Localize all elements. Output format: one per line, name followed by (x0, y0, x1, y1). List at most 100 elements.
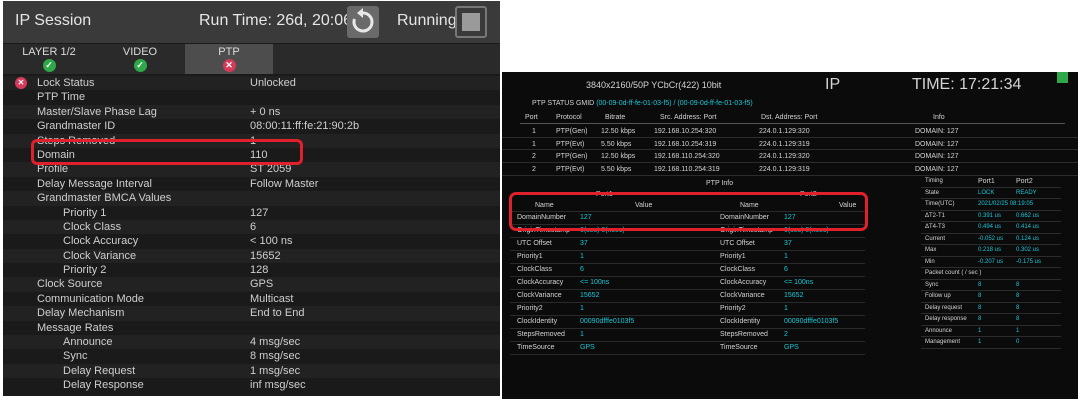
status-row: Delay Response inf msg/sec (3, 378, 500, 393)
packet-port2: 1 (1016, 327, 1020, 334)
status-row: Delay Message Interval Follow Master (3, 176, 500, 192)
col-bitrate: Bitrate (605, 114, 626, 121)
stream-cell: 192.168.110.254:319 (654, 166, 720, 174)
status-key: Delay Response (63, 379, 144, 392)
packet-port1: 8 (978, 316, 982, 322)
status-key: Clock Variance (63, 249, 137, 262)
packet-label: Management (925, 339, 961, 345)
port2-value: 6 (784, 266, 788, 273)
port-row: ClockClass 6 ClockClass 6 (510, 264, 865, 277)
status-row: Clock Accuracy < 100 ns (3, 234, 500, 249)
port2-value: 00090dfffe0103f5 (784, 318, 839, 325)
timing-port2: 0.414 us (1016, 224, 1040, 230)
stop-button[interactable] (455, 6, 487, 38)
port1-value: 1 (580, 253, 584, 260)
port2-value: 1 (784, 253, 788, 260)
port2-value: GPS (784, 344, 799, 351)
tab-video[interactable]: VIDEO ✓ (95, 44, 185, 74)
ptp-status-label: PTP STATUS GMID (532, 100, 595, 107)
stream-cell: 1 (532, 140, 536, 148)
col-info: Info (933, 114, 945, 121)
timing-row: ΔT2-T1 0.391 us 0.662 us (921, 211, 1061, 222)
tab-label: LAYER 1/2 (22, 46, 76, 58)
port2-name: ClockClass (720, 266, 756, 273)
port1-value: <= 100ns (580, 279, 610, 286)
port2-name: Priority1 (720, 253, 746, 260)
timing-row: ΔT4-T3 0.494 us 0.414 us (921, 222, 1061, 234)
port1-value: 37 (580, 240, 588, 247)
tab-label: VIDEO (122, 46, 158, 58)
stream-cell: PTP(Evt) (556, 140, 585, 148)
status-value: + 0 ns (250, 105, 281, 118)
port1-value: 00090dfffe0103f5 (580, 318, 635, 325)
status-key: Delay Request (63, 364, 136, 377)
packet-row: Sync 8 8 (921, 280, 1061, 291)
status-value: 4 msg/sec (250, 336, 301, 349)
status-value: 8 msg/sec (250, 350, 301, 363)
status-row: Priority 2 128 (3, 263, 500, 278)
status-key: Clock Source (37, 278, 103, 291)
error-icon: ✕ (222, 59, 236, 72)
timing-header: Timing Port1 Port2 (921, 176, 1061, 188)
packet-label: Delay request (925, 304, 963, 311)
check-icon: ✓ (133, 59, 147, 72)
stream-cell: 192.168.110.254:320 (654, 153, 720, 161)
stream-cell: 192.168.10.254:320 (654, 128, 717, 135)
packet-port1: 8 (978, 304, 982, 311)
packet-port2: 8 (1016, 304, 1020, 311)
port1-name: TimeSource (517, 344, 555, 351)
status-row: Delay Request 1 msg/sec (3, 363, 500, 379)
stream-cell: 5.50 kbps (601, 166, 632, 174)
reset-button[interactable] (347, 6, 379, 38)
port1-name: Priority2 (517, 305, 543, 312)
status-key: Profile (37, 163, 69, 176)
packet-port2: 8 (1016, 293, 1020, 299)
status-key: Clock Accuracy (63, 235, 139, 248)
timing-row: Min -0.207 us -0.175 us (921, 257, 1061, 268)
port1-name: ClockVariance (517, 292, 562, 299)
ip-session-panel: IP Session Run Time: 26d, 20:06:50 Runni… (3, 1, 500, 396)
stream-row: 1 PTP(Evt) 5.50 kbps 192.168.10.254:319 224.… (502, 138, 1078, 151)
timing-row: State LOCK READY (921, 188, 1061, 199)
status-row: Clock Variance 15652 (3, 248, 500, 264)
status-row: Grandmaster BMCA Values (3, 191, 500, 206)
session-title: IP Session (15, 12, 92, 29)
status-value: inf msg/sec (250, 379, 306, 392)
ptp-status-line: PTP STATUS GMID (00-09-0d-ff-fe-01-03-f5… (532, 100, 753, 107)
port2-name: Priority2 (720, 305, 746, 312)
status-key: Master/Slave Phase Lag (37, 105, 157, 118)
timing-label: State (925, 189, 940, 196)
timing-label: Time(UTC) (925, 201, 955, 207)
error-icon: ✕ (15, 77, 27, 89)
timing-label: ΔT4-T3 (925, 224, 946, 230)
col-protocol: Protocol (556, 114, 582, 121)
status-row: PTP Time (3, 90, 500, 105)
status-key: Delay Message Interval (37, 177, 152, 190)
timing-col-port2: Port2 (1016, 178, 1033, 185)
packet-label: Follow up (925, 293, 951, 299)
status-key: Communication Mode (37, 292, 144, 305)
stream-cell: 2 (532, 153, 536, 161)
col-dst: Dst. Address: Port (761, 114, 818, 121)
port2-name: ClockIdentity (720, 318, 761, 325)
port2-value: <= 100ns (784, 279, 814, 286)
stream-cell: 12.50 kbps (601, 128, 636, 135)
timing-port2: 0.662 us (1016, 212, 1040, 219)
status-row: Communication Mode Multicast (3, 291, 500, 307)
stream-cell: 192.168.10.254:319 (654, 140, 717, 148)
timing-label: Current (925, 235, 946, 242)
port1-name: ClockClass (517, 266, 553, 273)
tab-layer12[interactable]: LAYER 1/2 ✓ (3, 44, 95, 74)
status-key: Grandmaster ID (37, 120, 116, 133)
port1-name: Priority1 (517, 253, 543, 260)
packet-label: Delay response (925, 316, 967, 322)
status-key: Clock Class (63, 220, 122, 233)
highlight-box (31, 139, 303, 165)
tab-ptp[interactable]: PTP ✕ (185, 44, 273, 74)
status-key: Lock Status (37, 77, 95, 89)
clock-time: TIME: 17:21:34 (912, 76, 1022, 93)
stream-cell: 12.50 kbps (601, 153, 636, 161)
divider (520, 123, 1065, 124)
ip-session-header: IP Session Run Time: 26d, 20:06:50 Runni… (3, 1, 500, 43)
port2-name: ClockVariance (720, 292, 765, 299)
